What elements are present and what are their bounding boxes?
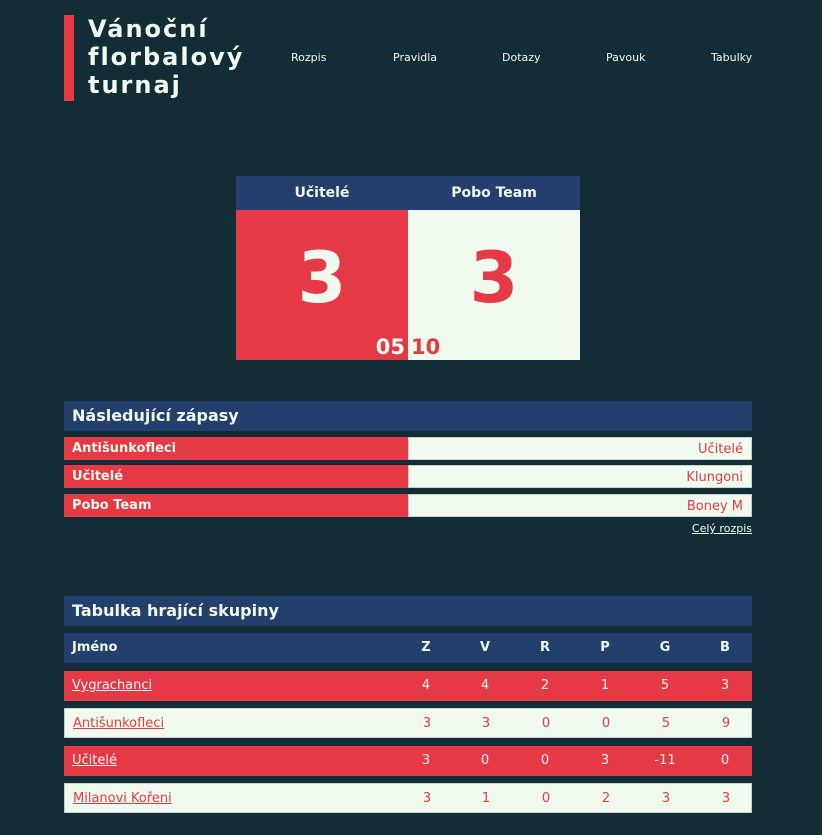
cell-v: 3: [481, 716, 491, 731]
column-header-z: Z: [421, 640, 431, 655]
cell-g: 3: [661, 791, 671, 806]
team-link[interactable]: Antišunkofleci: [73, 709, 164, 739]
cell-v: 1: [481, 791, 491, 806]
home-team-name: Učitelé: [294, 185, 350, 201]
away-score: 3: [469, 237, 519, 319]
cell-z: 4: [421, 678, 431, 693]
table-header-row: Jméno Z V R P G B: [64, 633, 752, 663]
upcoming-matches-heading: Následující zápasy: [64, 401, 752, 431]
match-time-minutes: 05: [375, 335, 405, 359]
cell-v: 0: [480, 753, 490, 768]
column-header-r: R: [539, 640, 550, 655]
match-away-team: Boney M: [408, 494, 752, 517]
cell-b: 0: [720, 753, 730, 768]
upcoming-match-row: Učitelé Klungoni: [64, 465, 752, 488]
cell-z: 3: [422, 791, 432, 806]
match-home-team: Pobo Team: [64, 494, 408, 517]
cell-b: 3: [721, 791, 731, 806]
team-link[interactable]: Učitelé: [72, 746, 117, 776]
cell-z: 3: [422, 716, 432, 731]
match-away-team: Klungoni: [408, 465, 752, 488]
cell-r: 0: [541, 791, 551, 806]
column-header-v: V: [479, 640, 491, 655]
full-schedule-link[interactable]: Celý rozpis: [692, 522, 752, 535]
cell-z: 3: [421, 753, 431, 768]
scoreboard-body: 3 05 3 10: [236, 210, 580, 360]
team-link[interactable]: Vygrachanci: [72, 671, 152, 701]
column-header-p: P: [600, 640, 610, 655]
column-header-name: Jméno: [72, 640, 118, 655]
live-scoreboard: Učitelé Pobo Team 3 05 3 10: [236, 176, 580, 360]
match-time-seconds: 10: [411, 335, 441, 359]
away-team-name: Pobo Team: [451, 185, 537, 201]
cell-r: 0: [540, 753, 550, 768]
match-home-team: Antišunkofleci: [64, 437, 408, 460]
cell-p: 2: [601, 791, 611, 806]
cell-b: 3: [720, 678, 730, 693]
home-score-panel: 3 05: [236, 210, 408, 360]
scoreboard-header: Učitelé Pobo Team: [236, 176, 580, 210]
site-header: Vánoční florbalový turnaj Rozpis Pravidl…: [64, 15, 752, 101]
cell-p: 3: [600, 753, 610, 768]
team-link[interactable]: Milanovi Kořeni: [73, 784, 172, 814]
cell-r: 0: [541, 716, 551, 731]
home-score: 3: [297, 237, 347, 319]
group-table-heading: Tabulka hrající skupiny: [64, 596, 752, 626]
column-header-b: B: [720, 640, 730, 655]
table-row: Milanovi Kořeni 3 1 0 2 3 3: [64, 783, 752, 813]
cell-p: 1: [600, 678, 610, 693]
cell-g: -11: [654, 753, 676, 768]
cell-b: 9: [721, 716, 731, 731]
upcoming-match-row: Antišunkofleci Učitelé: [64, 437, 752, 460]
cell-v: 4: [480, 678, 490, 693]
nav-link-pravidla[interactable]: Pravidla: [393, 51, 437, 64]
nav-link-tabulky[interactable]: Tabulky: [711, 51, 752, 64]
table-row: Antišunkofleci 3 3 0 0 5 9: [64, 708, 752, 738]
match-home-team: Učitelé: [64, 465, 408, 488]
nav-link-rozpis[interactable]: Rozpis: [291, 51, 326, 64]
cell-g: 5: [660, 678, 670, 693]
nav-link-pavouk[interactable]: Pavouk: [606, 51, 645, 64]
main-nav: Rozpis Pravidla Dotazy Pavouk Tabulky: [64, 51, 752, 67]
upcoming-match-row: Pobo Team Boney M: [64, 494, 752, 517]
nav-link-dotazy[interactable]: Dotazy: [502, 51, 541, 64]
cell-r: 2: [540, 678, 550, 693]
column-header-g: G: [659, 640, 671, 655]
match-away-team: Učitelé: [408, 437, 752, 460]
table-row: Vygrachanci 4 4 2 1 5 3: [64, 671, 752, 701]
cell-g: 5: [661, 716, 671, 731]
table-row: Učitelé 3 0 0 3 -11 0: [64, 746, 752, 776]
away-score-panel: 3 10: [408, 210, 580, 360]
cell-p: 0: [601, 716, 611, 731]
